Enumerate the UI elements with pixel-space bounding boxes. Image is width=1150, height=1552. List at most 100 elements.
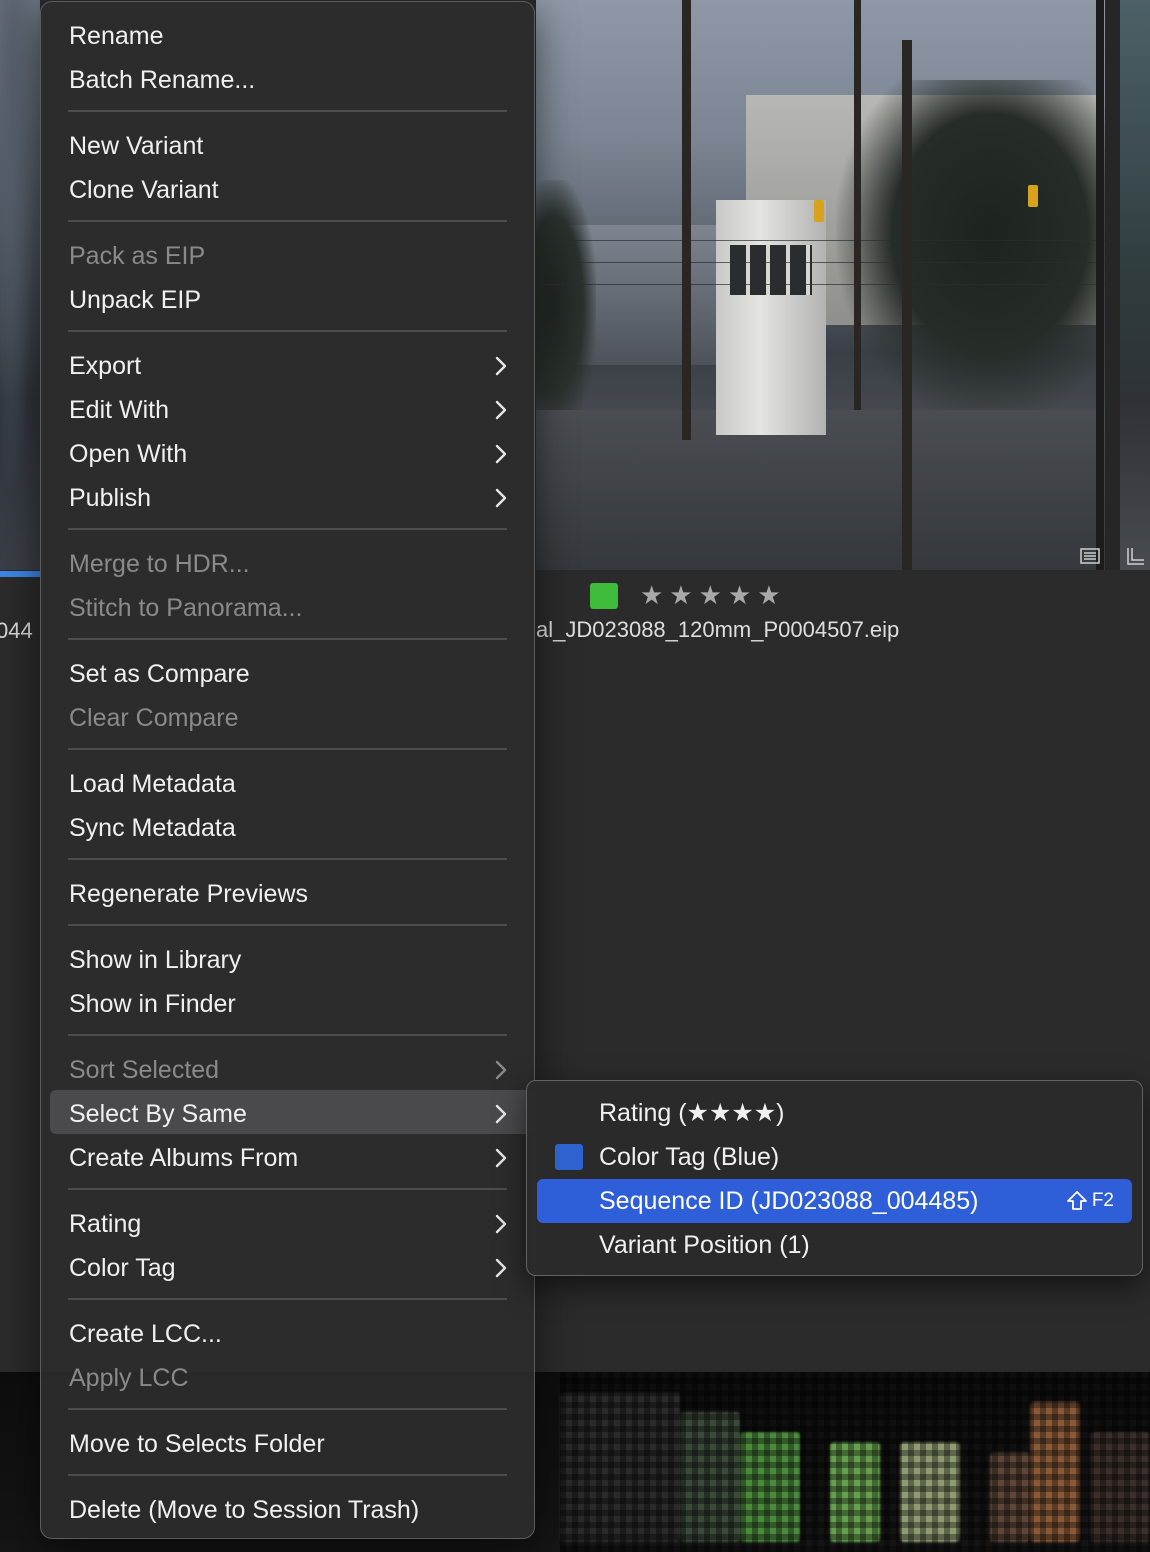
submenu-item-rating[interactable]: Rating (★★★★) [537,1091,1132,1135]
menu-separator [68,528,507,530]
menu-separator [68,1034,507,1036]
submenu-item-label: Sequence ID (JD023088_004485) [599,1187,979,1215]
menu-separator [68,220,507,222]
menu-item-label: Open With [69,440,188,468]
menu-item-show-in-finder[interactable]: Show in Finder [69,982,508,1026]
chevron-right-icon [494,344,512,388]
menu-item-label: Unpack EIP [69,286,202,314]
chevron-right-icon [494,388,512,432]
menu-item-label: Rating [69,1210,142,1238]
chevron-right-icon [494,1202,512,1246]
menu-item-publish[interactable]: Publish [69,476,508,520]
menu-item-label: Publish [69,484,151,512]
menu-item-unpack-eip[interactable]: Unpack EIP [69,278,508,322]
menu-item-pack-as-eip: Pack as EIP [69,234,508,278]
thumbnail-right[interactable] [1120,0,1150,570]
submenu-item-label: Color Tag (Blue) [599,1143,780,1171]
chevron-right-icon [494,1092,512,1136]
menu-separator [68,1408,507,1410]
menu-item-sort-selected: Sort Selected [69,1048,508,1092]
menu-separator [68,1298,507,1300]
menu-item-create-albums-from[interactable]: Create Albums From [69,1136,508,1180]
menu-item-label: Merge to HDR... [69,550,250,578]
menu-item-label: Clone Variant [69,176,219,204]
menu-item-label: Clear Compare [69,704,239,732]
menu-item-label: Pack as EIP [69,242,206,270]
menu-item-color-tag[interactable]: Color Tag [69,1246,508,1290]
menu-item-label: Color Tag [69,1254,176,1282]
menu-item-clear-compare: Clear Compare [69,696,508,740]
menu-item-label: Set as Compare [69,660,250,688]
menu-item-label: Rename [69,22,164,50]
menu-item-label: Stitch to Panorama... [69,594,303,622]
thumbnail-selection-bar [0,571,40,577]
menu-item-merge-to-hdr: Merge to HDR... [69,542,508,586]
context-menu: Rename Batch Rename... New Variant Clone… [40,1,535,1539]
menu-item-label: Sort Selected [69,1056,220,1084]
chevron-right-icon [494,432,512,476]
menu-item-rename[interactable]: Rename [69,14,508,58]
menu-item-stitch-to-panorama: Stitch to Panorama... [69,586,508,630]
menu-item-edit-with[interactable]: Edit With [69,388,508,432]
menu-item-clone-variant[interactable]: Clone Variant [69,168,508,212]
chevron-right-icon [494,1048,512,1092]
menu-item-label: Select By Same [69,1100,247,1128]
menu-item-label: New Variant [69,132,204,160]
menu-item-apply-lcc: Apply LCC [69,1356,508,1400]
menu-separator [68,924,507,926]
thumbnail-left-filename: 044 [0,618,33,643]
chevron-right-icon [494,476,512,520]
menu-item-label: Edit With [69,396,170,424]
menu-separator [68,1188,507,1190]
menu-item-label: Export [69,352,142,380]
rating-stars[interactable]: ★★★★★ [640,580,787,611]
menu-separator [68,1474,507,1476]
submenu-item-sequence-id[interactable]: Sequence ID (JD023088_004485) F2 [537,1179,1132,1223]
menu-item-create-lcc[interactable]: Create LCC... [69,1312,508,1356]
menu-item-show-in-library[interactable]: Show in Library [69,938,508,982]
submenu-item-label: Variant Position (1) [599,1231,810,1259]
photo-thumbnail[interactable] [536,0,1105,570]
menu-item-label: Create LCC... [69,1320,222,1348]
menu-item-batch-rename[interactable]: Batch Rename... [69,58,508,102]
thumbnail-filename: al_JD023088_120mm_P0004507.eip [536,617,900,642]
menu-item-new-variant[interactable]: New Variant [69,124,508,168]
menu-item-label: Batch Rename... [69,66,256,94]
menu-item-label: Show in Finder [69,990,236,1018]
menu-item-open-with[interactable]: Open With [69,432,508,476]
menu-item-move-to-selects-folder[interactable]: Move to Selects Folder [69,1422,508,1466]
menu-separator [68,748,507,750]
menu-item-load-metadata[interactable]: Load Metadata [69,762,508,806]
select-by-same-submenu: Rating (★★★★) Color Tag (Blue) Sequence … [526,1080,1143,1276]
menu-item-label: Apply LCC [69,1364,189,1392]
menu-item-export[interactable]: Export [69,344,508,388]
color-swatch-icon [555,1144,583,1170]
shift-icon [1066,1191,1087,1210]
chevron-right-icon [494,1136,512,1180]
menu-item-rating[interactable]: Rating [69,1202,508,1246]
menu-item-label: Move to Selects Folder [69,1430,325,1458]
menu-separator [68,110,507,112]
menu-item-delete[interactable]: Delete (Move to Session Trash) [69,1488,508,1532]
chevron-right-icon [494,1246,512,1290]
sidebar-divider [1105,0,1120,570]
info-icon[interactable] [1080,548,1100,564]
keyboard-shortcut: F2 [1066,1179,1114,1223]
menu-item-set-as-compare[interactable]: Set as Compare [69,652,508,696]
menu-item-select-by-same[interactable]: Select By Same [69,1092,508,1136]
color-tag-indicator[interactable] [590,583,618,609]
shortcut-key: F2 [1091,1190,1114,1211]
menu-separator [68,638,507,640]
menu-item-sync-metadata[interactable]: Sync Metadata [69,806,508,850]
menu-item-label: Create Albums From [69,1144,299,1172]
menu-item-label: Delete (Move to Session Trash) [69,1496,420,1524]
menu-separator [68,330,507,332]
variant-stack-icon[interactable] [1126,546,1146,566]
thumbnail-left[interactable] [0,0,40,570]
menu-item-label: Load Metadata [69,770,236,798]
submenu-item-variant-position[interactable]: Variant Position (1) [537,1223,1132,1267]
menu-item-regenerate-previews[interactable]: Regenerate Previews [69,872,508,916]
menu-item-label: Show in Library [69,946,242,974]
submenu-item-color-tag[interactable]: Color Tag (Blue) [537,1135,1132,1179]
menu-separator [68,858,507,860]
